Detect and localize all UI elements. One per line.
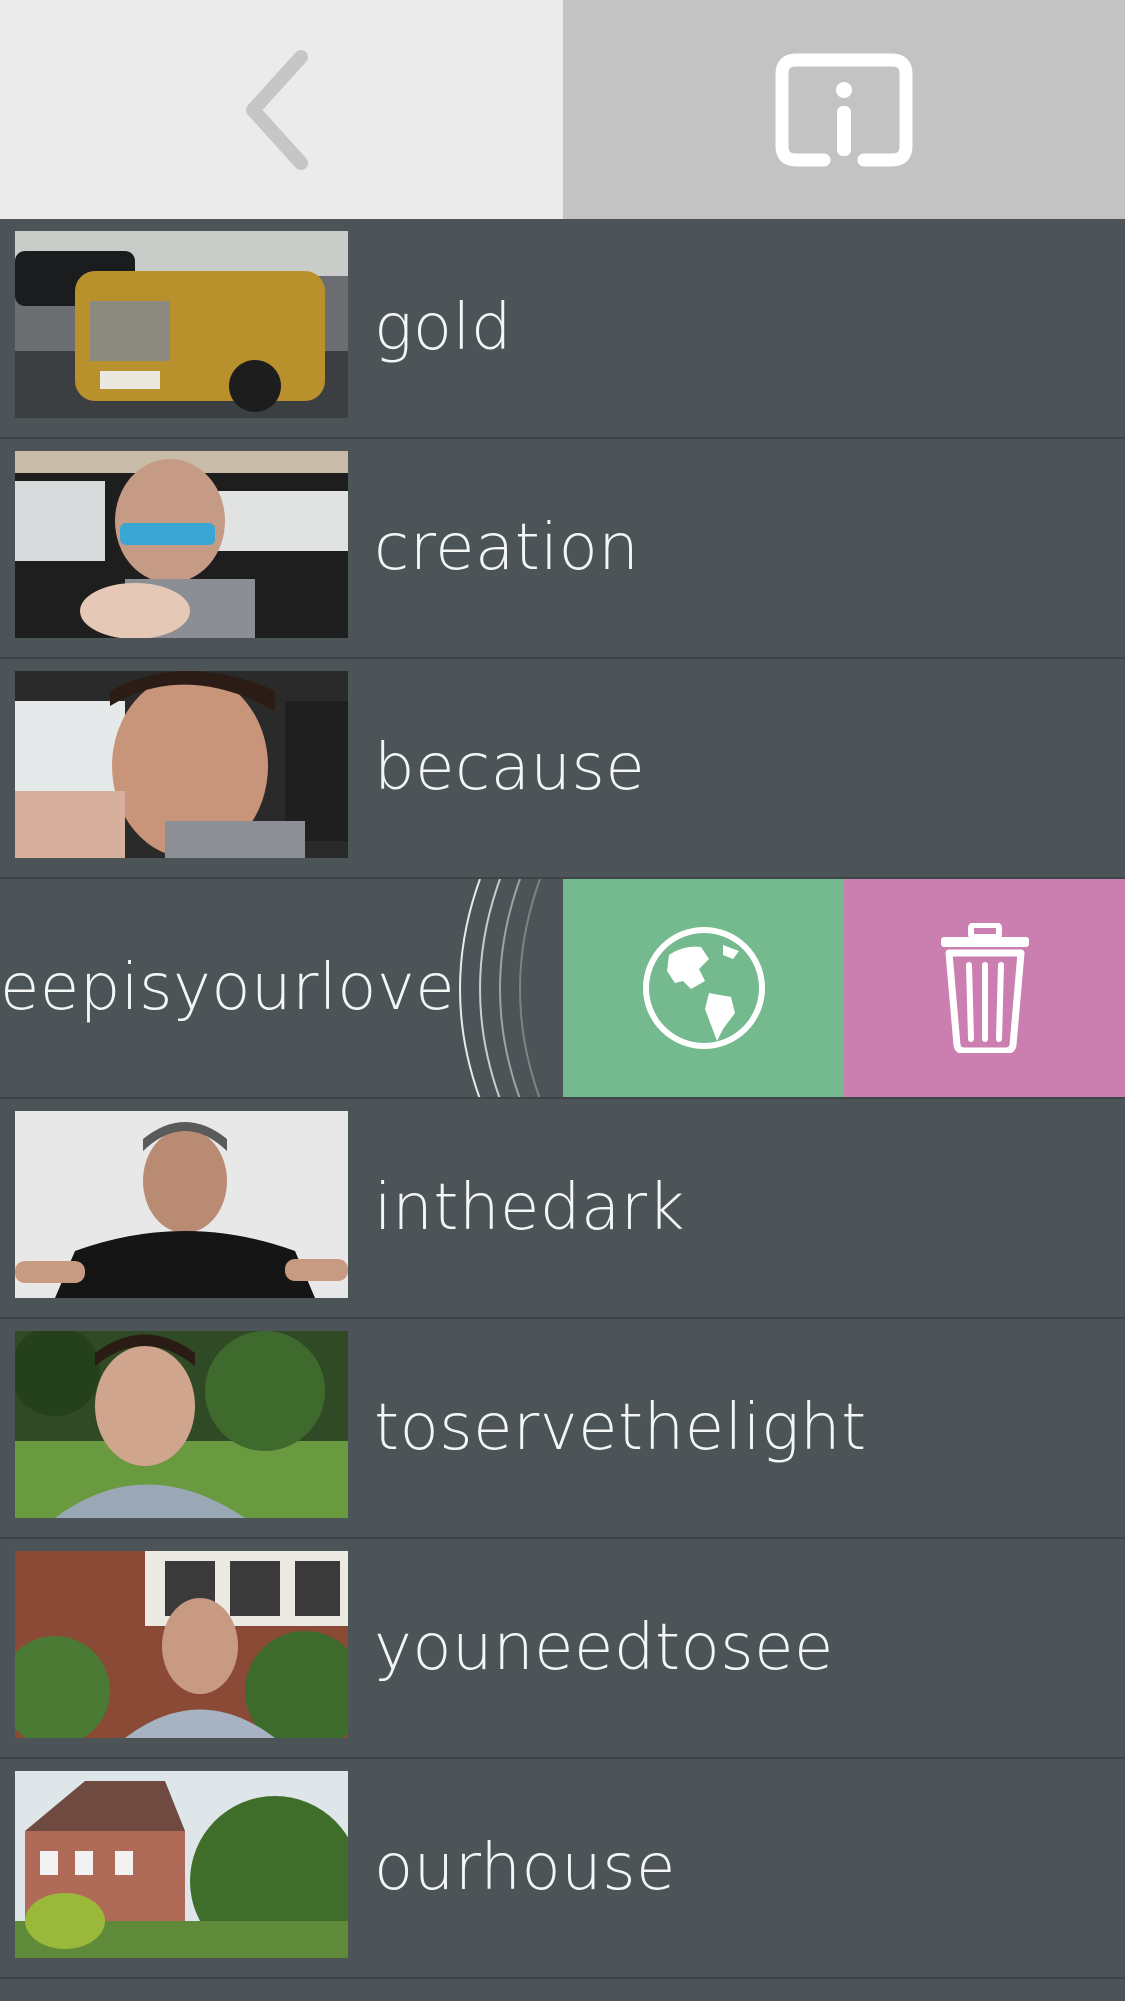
video-thumbnail [15,1551,348,1738]
video-label: because [374,731,646,805]
video-thumbnail [15,671,348,858]
chevron-left-icon [245,49,308,170]
video-thumbnail [15,231,348,418]
delete-button[interactable] [844,879,1125,1097]
list-item-inthedark[interactable]: inthedark [0,1099,1125,1319]
top-toolbar [0,0,1125,219]
video-thumbnail [15,1771,348,1958]
info-icon [775,53,913,166]
list-item-ourhouse[interactable]: ourhouse [0,1759,1125,1979]
video-label: eepisyourlove [0,951,456,1025]
video-label: toservethelight [374,1391,867,1465]
video-thumbnail [15,1111,348,1298]
video-thumbnail [15,1331,348,1518]
video-label: ourhouse [374,1831,676,1905]
list-item-youneedtosee[interactable]: youneedtosee [0,1539,1125,1759]
list-item-gold[interactable]: gold [0,219,1125,439]
video-list: gold creation because eepisyourlove inth… [0,219,1125,1979]
video-label: creation [374,511,640,585]
video-label: inthedark [374,1171,686,1245]
globe-icon [642,927,765,1049]
info-button[interactable] [563,0,1125,219]
list-item-swiped[interactable]: eepisyourlove [0,879,1125,1099]
video-label: youneedtosee [374,1611,834,1685]
video-label: gold [374,291,512,365]
publish-button[interactable] [563,879,844,1097]
video-thumbnail [15,451,348,638]
back-button[interactable] [0,0,563,219]
list-item-because[interactable]: because [0,659,1125,879]
trash-icon [940,923,1029,1053]
swipe-edge-decoration [459,879,541,1097]
list-item-toservethelight[interactable]: toservethelight [0,1319,1125,1539]
list-item-creation[interactable]: creation [0,439,1125,659]
